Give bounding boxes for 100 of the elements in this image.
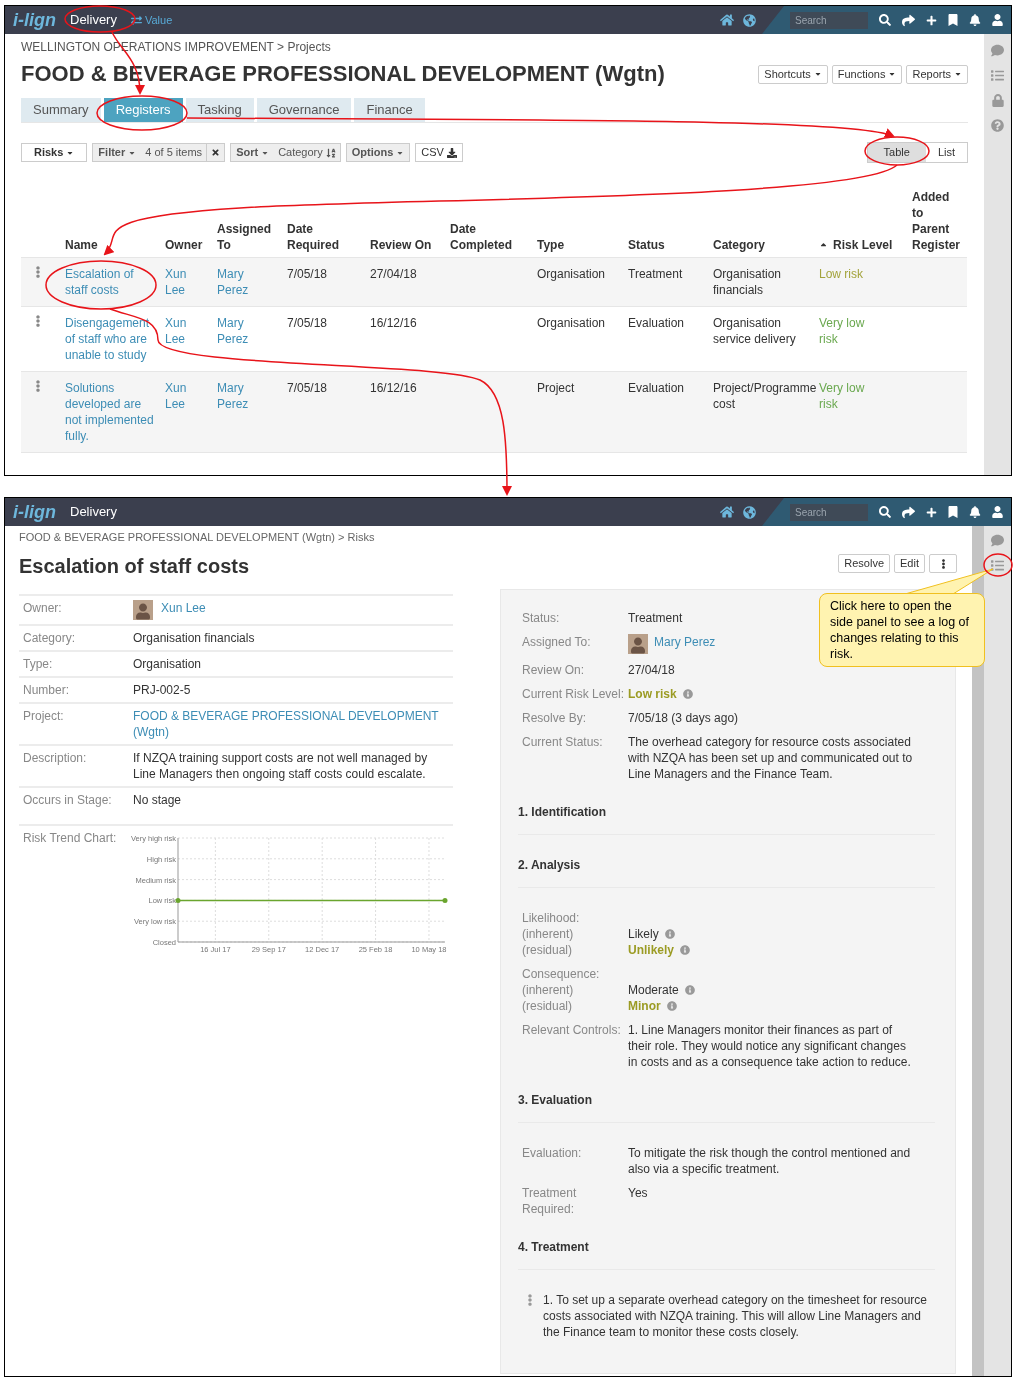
module-link[interactable]: Delivery	[66, 11, 121, 29]
table-cell: Project/Programme cost	[713, 381, 817, 411]
tab[interactable]: Finance	[354, 98, 425, 122]
table-cell: Treatment	[628, 267, 683, 281]
add-icon[interactable]	[926, 506, 937, 518]
treatment-text: 1. To set up a separate overhead category on the timesheet for resource costs associated with NZQA training. This will allow Line Managers and the Finance team to monitor these costs closely.	[543, 1292, 928, 1340]
field-label: (inherent)	[522, 982, 575, 998]
person-link[interactable]: Xun Lee	[165, 315, 209, 347]
risk-link[interactable]: Disengagement of staff who are unable to study	[65, 315, 157, 363]
user-icon[interactable]	[992, 14, 1003, 26]
info-icon[interactable]	[664, 929, 675, 939]
table-cell: 7/05/18	[287, 267, 328, 281]
column-header[interactable]: Status	[628, 237, 665, 253]
close-icon	[211, 148, 221, 157]
person-link[interactable]: Xun Lee	[165, 380, 209, 412]
risk-link[interactable]: Solutions developed are not implemented fully.	[65, 380, 157, 444]
value-link[interactable]: Value	[130, 11, 173, 29]
home-icon[interactable]	[720, 505, 734, 519]
info-icon[interactable]	[666, 1001, 677, 1011]
user-icon[interactable]	[992, 506, 1003, 518]
field-value: If NZQA training support costs are not well managed by Line Managers then ongoing staff costs could escalate.	[133, 750, 429, 782]
risk-link[interactable]: Escalation of staff costs	[65, 266, 157, 298]
logo: i-lign	[13, 10, 56, 30]
sort-field-button[interactable]: Category	[274, 144, 340, 161]
project-link[interactable]: FOOD & BEVERAGE PROFESSIONAL DEVELOPMENT (Wgtn)	[133, 708, 443, 740]
caret-icon	[813, 70, 822, 78]
info-icon[interactable]	[680, 945, 691, 955]
person-link[interactable]: Mary Perez	[217, 266, 261, 298]
row-menu-icon[interactable]	[33, 266, 43, 278]
add-icon[interactable]	[926, 14, 937, 26]
column-header[interactable]: Name	[65, 237, 98, 253]
drag-handle-icon[interactable]	[526, 1294, 534, 1306]
search-field[interactable]: Search	[790, 503, 868, 521]
scrollbar[interactable]	[972, 526, 984, 1376]
row-menu-icon[interactable]	[33, 315, 43, 327]
field-label: Current Risk Level:	[522, 686, 626, 702]
sort-button[interactable]: Sort	[231, 144, 275, 161]
field-label: (inherent)	[522, 926, 575, 942]
globe-icon[interactable]	[743, 13, 756, 27]
field-label: Resolve By:	[522, 710, 588, 726]
field-label: Assigned To:	[522, 634, 592, 651]
column-header[interactable]: Category	[713, 237, 765, 253]
person-link[interactable]: Mary Perez	[217, 315, 261, 347]
download-icon	[446, 147, 457, 158]
share-icon[interactable]	[902, 13, 915, 27]
info-icon[interactable]	[682, 689, 693, 699]
column-header[interactable]: Date Required	[287, 221, 362, 253]
caret-icon	[888, 70, 897, 78]
tab[interactable]: Tasking	[185, 98, 254, 122]
field-value: 1. Line Managers monitor their finances as part of their role. They would notice any significant changes in costs and as a consequence take action to reduce.	[628, 1022, 912, 1070]
column-header[interactable]: Assigned To	[217, 221, 279, 253]
field-value: Treatment	[628, 610, 683, 626]
info-icon[interactable]	[684, 985, 695, 995]
field-label: Relevant Controls:	[522, 1022, 622, 1039]
person-link[interactable]: Xun Lee	[165, 266, 209, 298]
field-label: Risk Trend Chart:	[22, 830, 118, 847]
menu-dropdown[interactable]: Shortcuts	[758, 64, 828, 84]
tab[interactable]: Summary	[21, 98, 101, 122]
filter-button[interactable]: Filter	[93, 144, 142, 161]
globe-icon[interactable]	[743, 505, 756, 519]
bookmark-icon[interactable]	[948, 14, 958, 26]
column-header[interactable]: Type	[537, 237, 565, 253]
register-dropdown[interactable]: Risks	[21, 143, 88, 162]
options-dropdown[interactable]: Options	[345, 143, 411, 162]
action-button[interactable]: Resolve	[838, 554, 891, 573]
page-title: Escalation of staff costs	[19, 554, 250, 579]
home-icon[interactable]	[720, 13, 734, 27]
table-cell: 7/05/18	[287, 381, 328, 395]
menu-dropdown[interactable]: Reports	[906, 64, 968, 84]
view-toggle[interactable]: Table	[867, 143, 926, 162]
person-link[interactable]: Mary Perez	[217, 380, 261, 412]
field-value: 7/05/18 (3 days ago)	[628, 710, 739, 726]
field-label: Number:	[22, 682, 70, 698]
field-label: Review On:	[522, 662, 586, 678]
search-field[interactable]: Search	[790, 11, 868, 29]
risk-level: Low risk	[819, 266, 864, 282]
table-cell: 7/05/18	[287, 316, 328, 330]
column-header[interactable]: Risk Level	[819, 236, 893, 253]
table-cell: Organisation	[537, 316, 606, 330]
field-label: (residual)	[522, 942, 573, 958]
column-header[interactable]: Added to Parent Register	[912, 189, 963, 253]
search-icon[interactable]	[879, 506, 891, 518]
person-link[interactable]: Xun Lee	[161, 600, 206, 616]
bell-icon[interactable]	[969, 14, 981, 26]
caret-icon	[954, 70, 962, 78]
column-header[interactable]: Date Completed	[450, 221, 529, 253]
bookmark-icon[interactable]	[948, 506, 958, 518]
module-link[interactable]: Delivery	[66, 503, 121, 521]
csv-button[interactable]: CSV	[415, 143, 463, 162]
tab[interactable]: Governance	[256, 98, 352, 122]
row-menu-icon[interactable]	[33, 380, 43, 392]
section-title: 3. Evaluation	[518, 1092, 594, 1108]
menu-dropdown[interactable]: Functions	[831, 64, 903, 84]
column-header[interactable]: Owner	[165, 237, 203, 253]
bell-icon[interactable]	[969, 506, 981, 518]
filter-count: 4 of 5 items	[144, 145, 204, 161]
share-icon[interactable]	[902, 505, 915, 519]
search-icon[interactable]	[879, 14, 891, 26]
table-cell: Evaluation	[628, 316, 685, 330]
column-header[interactable]: Review On	[370, 237, 432, 253]
